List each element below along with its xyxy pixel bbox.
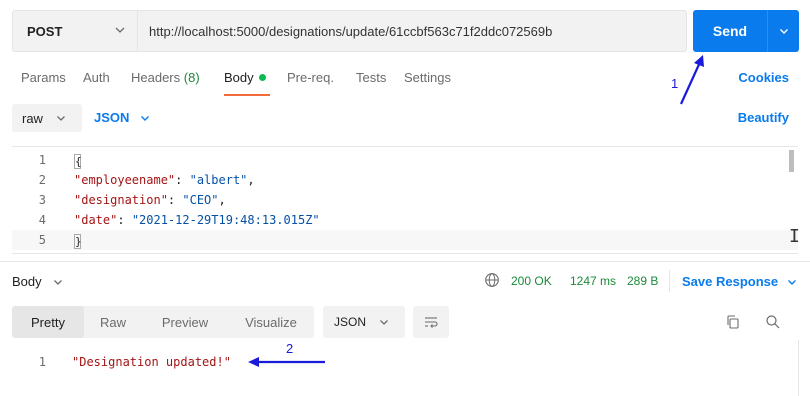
annotation-overlay xyxy=(248,55,704,367)
annotation-label-2: 2 xyxy=(286,341,294,356)
arrow-head-icon xyxy=(248,357,259,367)
annotation-arrow-1 xyxy=(679,59,703,105)
annotation-label-1: 1 xyxy=(671,76,679,91)
